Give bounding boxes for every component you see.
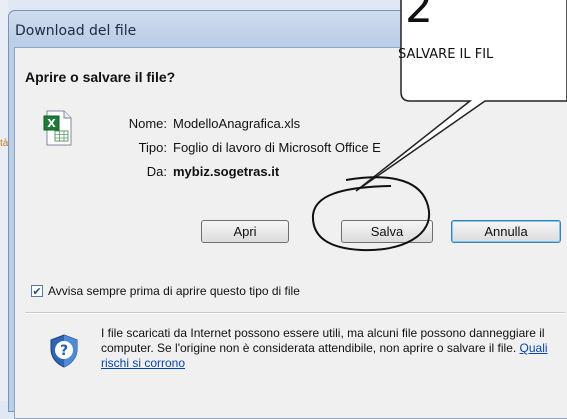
security-shield-icon: ? bbox=[50, 334, 78, 368]
dialog-title: Download del file bbox=[15, 23, 137, 39]
security-info-text: I file scaricati da Internet possono ess… bbox=[101, 326, 545, 355]
name-value: ModelloAnagrafica.xls bbox=[173, 116, 301, 131]
always-ask-row[interactable]: ✔ Avvisa sempre prima di aprire questo t… bbox=[31, 284, 300, 298]
callout-instruction: SALVARE IL FIL bbox=[398, 47, 494, 62]
security-info: I file scaricati da Internet possono ess… bbox=[101, 326, 567, 371]
dialog-question: Aprire o salvare il file? bbox=[25, 69, 176, 85]
svg-text:?: ? bbox=[60, 343, 68, 359]
open-button[interactable]: Apri bbox=[201, 220, 289, 243]
always-ask-checkbox[interactable]: ✔ bbox=[31, 285, 43, 298]
source-value: mybiz.sogetras.it bbox=[173, 164, 280, 179]
download-dialog: Download del file Aprire o salvare il fi… bbox=[8, 10, 567, 419]
cancel-button[interactable]: Annulla bbox=[451, 220, 561, 243]
callout-step-number: 2 bbox=[405, 0, 433, 33]
type-value: Foglio di lavoro di Microsoft Office E bbox=[173, 140, 381, 155]
excel-file-icon: X bbox=[43, 110, 72, 146]
separator bbox=[25, 312, 565, 314]
svg-text:X: X bbox=[47, 117, 56, 130]
save-button[interactable]: Salva bbox=[341, 220, 433, 243]
type-label: Tipo: bbox=[138, 140, 167, 155]
dialog-client-area: Aprire o salvare il file? X Nome: Modell… bbox=[14, 47, 567, 419]
name-label: Nome: bbox=[128, 116, 167, 131]
source-label: Da: bbox=[146, 164, 167, 179]
always-ask-label: Avvisa sempre prima di aprire questo tip… bbox=[48, 284, 300, 298]
background-window: tà bbox=[0, 0, 8, 401]
